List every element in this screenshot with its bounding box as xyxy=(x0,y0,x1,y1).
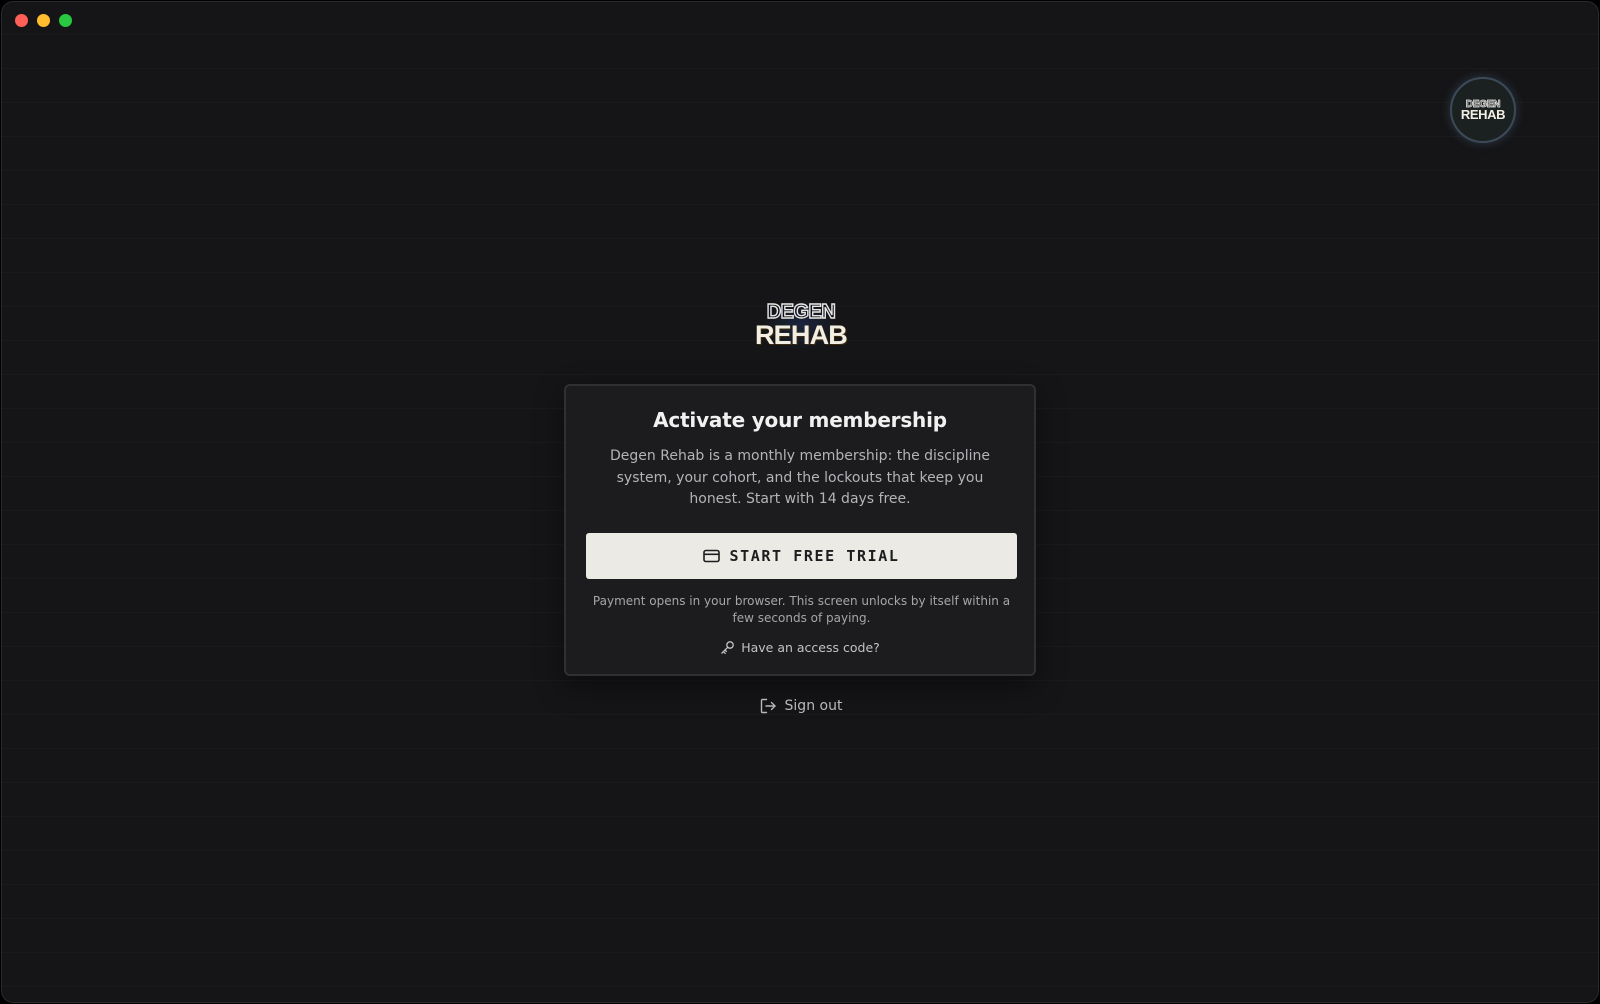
credit-card-icon xyxy=(703,549,721,563)
close-window-button[interactable] xyxy=(15,14,28,27)
app-window: DEGEN REHAB DEGEN REHAB Activate your me… xyxy=(1,1,1599,1003)
window-controls xyxy=(15,14,72,27)
start-free-trial-button[interactable]: START FREE TRIAL xyxy=(586,533,1017,579)
card-description: Degen Rehab is a monthly membership: the… xyxy=(610,448,990,507)
avatar-logo-bottom: REHAB xyxy=(1460,106,1506,122)
payment-note: Payment opens in your browser. This scre… xyxy=(592,594,1011,625)
log-out-icon xyxy=(760,698,777,714)
key-icon xyxy=(720,640,735,655)
card-title: Activate your membership xyxy=(653,408,947,432)
start-free-trial-label: START FREE TRIAL xyxy=(729,547,900,565)
access-code-link[interactable]: Have an access code? xyxy=(566,640,1034,655)
profile-avatar[interactable]: DEGEN REHAB xyxy=(1450,77,1516,143)
brand-logo-top: DEGEN xyxy=(766,300,837,323)
maximize-window-button[interactable] xyxy=(59,14,72,27)
sign-out-label: Sign out xyxy=(784,698,843,714)
minimize-window-button[interactable] xyxy=(37,14,50,27)
brand-logo: DEGEN REHAB xyxy=(737,293,865,357)
membership-card: Activate your membership Degen Rehab is … xyxy=(564,384,1036,676)
sign-out-button[interactable]: Sign out xyxy=(701,694,901,718)
brand-logo-bottom: REHAB xyxy=(754,319,848,350)
access-code-label: Have an access code? xyxy=(741,640,880,655)
